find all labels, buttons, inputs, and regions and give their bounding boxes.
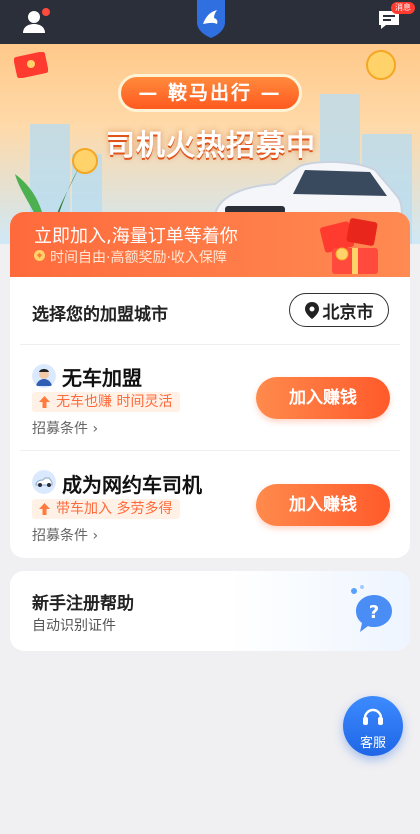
red-packet-icon [14, 52, 48, 78]
registration-help-card[interactable]: 新手注册帮助 自动识别证件 ? [10, 571, 410, 651]
svg-text:?: ? [369, 602, 379, 623]
promo-strip: 立即加入,海量订单等着你 时间自由·高额奖励·收入保障 [10, 212, 410, 277]
customer-service-label: 客服 [359, 736, 386, 751]
question-bubble-icon: ? [351, 585, 392, 632]
option-tag-text: 带车加入 多劳多得 [56, 501, 173, 517]
join-button[interactable]: 加入赚钱 [256, 377, 390, 419]
recruit-conditions-link[interactable]: 招募条件 › [32, 418, 98, 438]
promo-title: 立即加入,海量订单等着你 [34, 226, 238, 247]
divider [20, 450, 400, 451]
option-title: 成为网约车司机 [62, 473, 202, 497]
city-select-label: 选择您的加盟城市 [32, 305, 168, 325]
gift-box-icon [319, 218, 378, 274]
promo-subtitle: 时间自由·高额奖励·收入保障 [50, 250, 227, 266]
brand-tag: — 鞍马出行 — [118, 74, 302, 112]
notification-dot [42, 8, 50, 16]
diamond-icon [34, 250, 45, 261]
headset-icon [363, 708, 383, 725]
city-value: 北京市 [322, 302, 374, 323]
customer-service-button[interactable]: 客服 [343, 696, 403, 756]
recruit-conditions-link[interactable]: 招募条件 › [32, 525, 98, 545]
arrow-up-icon [39, 396, 50, 408]
city-select-button[interactable]: 北京市 [289, 293, 389, 327]
divider [20, 344, 400, 345]
join-button[interactable]: 加入赚钱 [256, 484, 390, 526]
user-profile-icon[interactable] [22, 8, 50, 35]
help-title: 新手注册帮助 [32, 594, 134, 614]
coin-icon [366, 50, 396, 80]
option-title: 无车加盟 [62, 366, 142, 390]
top-nav-bar: 消息 [0, 0, 420, 44]
help-subtitle: 自动识别证件 [32, 618, 116, 634]
recruitment-card: 立即加入,海量订单等着你 时间自由·高额奖励·收入保障 选择您的加盟城市 北京市… [10, 212, 410, 558]
option-tag: 无车也赚 时间灵活 [32, 392, 181, 412]
location-pin-icon [304, 301, 319, 319]
option-tag: 带车加入 多劳多得 [32, 499, 181, 519]
message-badge: 消息 [391, 2, 415, 14]
arrow-up-icon [39, 503, 50, 515]
app-logo-icon [194, 0, 228, 38]
option-tag-text: 无车也赚 时间灵活 [56, 394, 173, 410]
driver-avatar-icon [32, 364, 56, 388]
car-icon [32, 470, 56, 494]
